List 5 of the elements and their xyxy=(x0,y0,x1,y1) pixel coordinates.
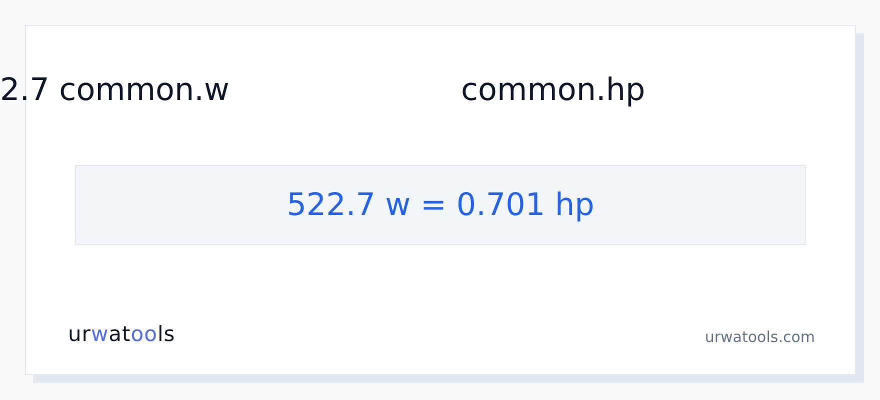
site-link[interactable]: urwatools.com xyxy=(704,328,815,346)
result-text: 522.7 w = 0.701 hp xyxy=(286,187,594,223)
unit-label: common.hp xyxy=(461,72,646,108)
logo: urwatools xyxy=(68,322,176,346)
unit-label: 2.7 common.w xyxy=(0,72,230,108)
